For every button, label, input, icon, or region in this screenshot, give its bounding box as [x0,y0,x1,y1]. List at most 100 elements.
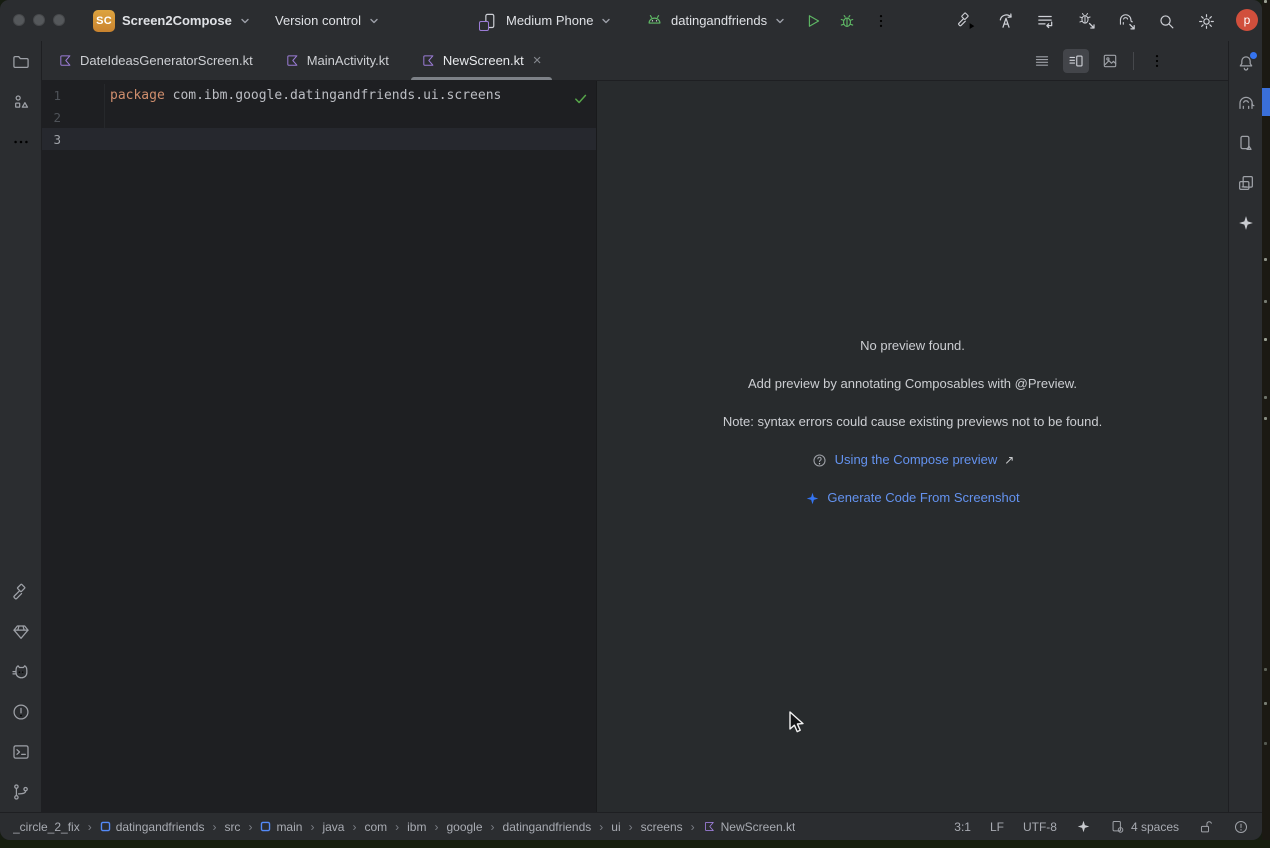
kebab-menu-icon [872,12,890,30]
code-editor[interactable]: 1 package com.ibm.google.datingandfriend… [42,81,596,812]
problems-button[interactable] [4,696,38,728]
bug-icon [838,12,856,30]
build-tool-window-button[interactable] [4,576,38,608]
caret-position-widget[interactable]: 3:1 [954,820,971,834]
indent-widget[interactable]: 4 spaces [1110,819,1179,835]
inspections-widget[interactable] [1233,819,1249,835]
breadcrumb-separator: › [88,820,92,834]
chevron-down-icon [368,15,380,27]
logcat-button[interactable] [4,656,38,688]
breadcrumb-item[interactable]: google [446,820,482,834]
gradle-elephant-sync-icon [1117,11,1137,31]
generate-code-from-screenshot-link[interactable]: Generate Code From Screenshot [827,488,1019,508]
breadcrumb-separator: › [491,820,495,834]
play-icon [804,12,822,30]
breadcrumb-separator: › [629,820,633,834]
breadcrumb-item[interactable]: com [364,820,387,834]
tab-label: DateIdeasGeneratorScreen.kt [80,53,253,68]
breadcrumb-item[interactable]: main [260,820,302,834]
version-control-label: Version control [275,13,361,28]
divider [1133,52,1134,70]
sync-changelist-button[interactable] [1032,8,1058,34]
android-icon [645,11,664,30]
run-button[interactable] [800,8,826,34]
project-widget[interactable]: SC Screen2Compose [93,0,251,41]
close-window-button[interactable] [13,14,25,26]
editor-view-mode-controls [1029,41,1170,80]
left-tool-stripe [0,41,42,812]
running-devices-button[interactable] [1229,167,1263,199]
breadcrumb-item[interactable]: src [224,820,240,834]
line-number: 3 [42,128,105,150]
project-tool-button[interactable] [4,46,38,78]
breadcrumb-item[interactable]: datingandfriends [503,820,592,834]
version-control-widget[interactable]: Version control [275,0,380,41]
more-tool-windows-button[interactable] [4,126,38,158]
breadcrumb-item[interactable]: screens [641,820,683,834]
gradle-tool-button[interactable] [1229,87,1263,119]
attach-debugger-button[interactable] [1074,8,1100,34]
breadcrumb-separator: › [212,820,216,834]
tab-newscreen[interactable]: NewScreen.kt × [405,41,558,80]
design-view-button[interactable] [1097,49,1123,73]
readonly-toggle-widget[interactable] [1198,819,1214,835]
device-selector-label: Medium Phone [506,13,593,28]
ellipsis-icon [11,132,31,152]
zoom-window-button[interactable] [53,14,65,26]
minimize-window-button[interactable] [33,14,45,26]
breadcrumb-item[interactable]: ui [611,820,620,834]
settings-button[interactable] [1193,8,1219,34]
desktop-edge-bottom [0,840,1270,848]
notifications-button[interactable] [1229,47,1263,79]
gradle-sync-button[interactable] [1114,8,1140,34]
debug-button[interactable] [834,8,860,34]
breadcrumb-separator: › [248,820,252,834]
more-run-actions-button[interactable] [868,8,894,34]
bug-with-arrow-icon [1077,11,1097,31]
gemini-spark-icon [805,491,820,506]
build-button[interactable] [953,8,979,34]
hammer-icon [11,582,31,602]
spark-icon [1237,214,1255,232]
close-tab-icon[interactable]: × [533,53,542,68]
breadcrumb: _circle_2_fix › datingandfriends › src ›… [13,820,795,834]
tab-mainactivity[interactable]: MainActivity.kt [269,41,405,80]
breadcrumb-item[interactable]: _circle_2_fix [13,820,80,834]
gem-icon [11,622,31,642]
terminal-button[interactable] [4,736,38,768]
breadcrumb-item[interactable]: NewScreen.kt [703,820,796,834]
indent-config-icon [1110,819,1126,835]
help-circle-icon[interactable] [811,452,828,469]
resource-manager-button[interactable] [4,86,38,118]
version-control-tool-button[interactable] [4,776,38,808]
kotlin-file-icon [421,53,436,68]
user-avatar[interactable]: p [1236,9,1258,31]
tab-dateideasgeneratorscreen[interactable]: DateIdeasGeneratorScreen.kt [42,41,269,80]
breadcrumb-item[interactable]: ibm [407,820,426,834]
app-quality-insights-button[interactable] [4,616,38,648]
encoding-widget[interactable]: UTF-8 [1023,820,1057,834]
breadcrumb-separator: › [434,820,438,834]
compose-preview-doc-link[interactable]: Using the Compose preview [835,450,998,470]
gemini-button[interactable] [1229,207,1263,239]
module-icon [260,821,271,832]
ai-status-widget[interactable] [1076,819,1091,834]
apply-code-changes-button[interactable] [993,8,1019,34]
device-selector[interactable]: Medium Phone [480,0,612,41]
run-configuration-selector[interactable]: datingandfriends [645,0,786,41]
breadcrumb-separator: › [395,820,399,834]
breadcrumb-item[interactable]: datingandfriends [100,820,205,834]
editor-options-button[interactable] [1144,49,1170,73]
compose-preview-panel: No preview found. Add preview by annotat… [596,81,1228,812]
line-ending-widget[interactable]: LF [990,820,1004,834]
inspections-ok-icon[interactable] [572,90,589,111]
terminal-icon [11,742,31,762]
chevron-down-icon [600,15,612,27]
split-view-button[interactable] [1063,49,1089,73]
breadcrumb-item[interactable]: java [322,820,344,834]
cat-icon [11,662,31,682]
search-everywhere-button[interactable] [1153,8,1179,34]
breadcrumb-separator: › [352,820,356,834]
code-view-button[interactable] [1029,49,1055,73]
device-manager-button[interactable] [1229,127,1263,159]
